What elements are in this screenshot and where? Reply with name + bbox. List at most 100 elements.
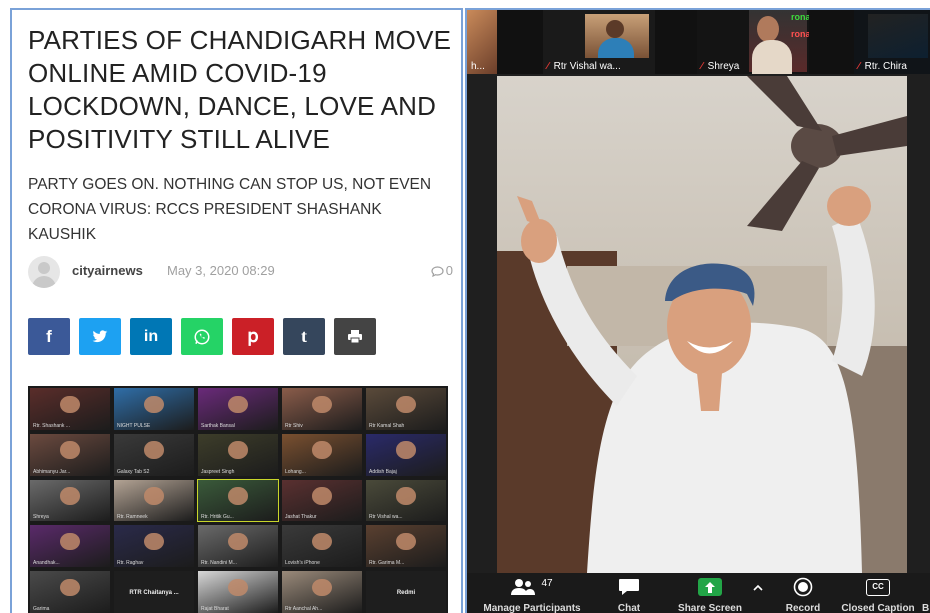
whatsapp-share-button[interactable] xyxy=(181,318,223,355)
gallery-tile-label: Lohang... xyxy=(285,468,306,475)
gallery-tile-label: Rtr. Shashank ... xyxy=(33,422,70,429)
participant-name: h... xyxy=(471,61,485,72)
gallery-tile-label: RTR Chaitanya ... xyxy=(129,589,179,596)
chat-button[interactable]: Chat xyxy=(607,573,651,613)
gallery-tile: Shreya xyxy=(30,479,110,522)
article-subhead: PARTY GOES ON. NOTHING CAN STOP US, NOT … xyxy=(28,176,432,243)
facebook-icon: f xyxy=(46,326,52,346)
manage-participants-label: Manage Participants xyxy=(483,603,581,613)
gallery-tile: Garima xyxy=(30,571,110,613)
gallery-tile: Rtr Kamal Shah xyxy=(366,388,446,430)
record-button[interactable]: Record xyxy=(776,573,830,613)
zoom-gallery-image: Rtr. Shashank ... NIGHT PULSE Sarthak Bans… xyxy=(28,386,448,613)
gallery-tile: Rtr. Raghav xyxy=(114,525,194,568)
banner-text: rona xyxy=(791,29,809,39)
linkedin-icon: in xyxy=(143,327,159,345)
gallery-tile: Rajat Bharat xyxy=(198,571,278,613)
gallery-tile: Jaspreet Singh xyxy=(198,433,278,476)
gallery-tile-label: Garima xyxy=(33,605,50,612)
participant-thumb[interactable]: h... xyxy=(467,10,497,74)
gallery-tile-label: Rtr. Hritik Gu... xyxy=(201,514,234,521)
gallery-tile: Rtr. Ramneek xyxy=(114,479,194,522)
byline: cityairnews May 3, 2020 08:29 0 xyxy=(28,256,453,288)
gallery-tile-label: NIGHT PULSE xyxy=(117,422,151,429)
gallery-tile-label: Anandhak... xyxy=(33,560,60,567)
screenshot-root: PARTIES OF CHANDIGARH MOVE ONLINE AMID C… xyxy=(0,0,930,613)
gallery-tile-label: Lovish's iPhone xyxy=(285,560,320,567)
avatar[interactable] xyxy=(28,256,60,288)
active-speaker-video xyxy=(497,76,907,573)
gallery-tile-label: Galaxy Tab S2 xyxy=(117,468,150,475)
gallery-tile-label: Rtr. Ramneek xyxy=(117,514,148,521)
chevron-up-icon xyxy=(753,584,763,591)
participant-name-text: Rtr. Chira xyxy=(864,61,907,72)
muted-mic-icon: ∕ xyxy=(858,61,860,72)
twitter-share-button[interactable] xyxy=(79,318,121,355)
participant-count: 47 xyxy=(541,577,553,589)
manage-participants-button[interactable]: 47 Manage Participants xyxy=(477,573,587,613)
gallery-tile: Rtr. Garima M... xyxy=(366,525,446,568)
tumblr-share-button[interactable]: t xyxy=(283,318,325,355)
gallery-tile-label: Rajat Bharat xyxy=(201,605,229,612)
print-button[interactable] xyxy=(334,318,376,355)
participant-thumb[interactable]: ∕ Rtr. Chira xyxy=(854,10,930,74)
facebook-share-button[interactable]: f xyxy=(28,318,70,355)
participant-name-text: Rtr Vishal wa... xyxy=(553,61,621,72)
gallery-tile-label: Rtr Aanchal Ah... xyxy=(285,605,323,612)
participant-name: ∕ Rtr. Chira xyxy=(858,61,907,72)
comment-icon xyxy=(431,266,444,278)
participant-name: ∕ Rtr Vishal wa... xyxy=(547,61,621,72)
share-screen-label: Share Screen xyxy=(678,603,742,613)
gallery-tile-label: Rtr Vishal wa... xyxy=(369,514,403,521)
closed-caption-button[interactable]: CC Closed Caption xyxy=(837,573,919,613)
gallery-tile: Lohang... xyxy=(282,433,362,476)
share-screen-icon xyxy=(698,578,722,596)
article-panel: PARTIES OF CHANDIGARH MOVE ONLINE AMID C… xyxy=(10,8,463,613)
participant-thumb[interactable]: ∕ Rtr Vishal wa... xyxy=(543,10,655,74)
toolbar-overflow-item[interactable]: B xyxy=(919,573,930,613)
author-link[interactable]: cityairnews xyxy=(72,263,143,278)
closed-caption-label: Closed Caption xyxy=(841,603,915,613)
gallery-tile-label: Abhimanyu Jar... xyxy=(33,468,71,475)
gallery-tile: Anandhak... xyxy=(30,525,110,568)
share-options-caret[interactable] xyxy=(750,573,766,613)
gallery-tile: Rtr. Nandini M... xyxy=(198,525,278,568)
gallery-tile: Sarthak Bansal xyxy=(198,388,278,430)
cc-icon: CC xyxy=(866,578,890,596)
gallery-tile-label: Jaspreet Singh xyxy=(201,468,235,475)
gallery-tile: NIGHT PULSE xyxy=(114,388,194,430)
gallery-tile: Addish Bajaj xyxy=(366,433,446,476)
gallery-tile: Rtr Vishal wa... xyxy=(366,479,446,522)
gallery-tile: Rtr. Shashank ... xyxy=(30,388,110,430)
gallery-tile-label: Rtr Shiv xyxy=(285,422,303,429)
participants-icon xyxy=(511,579,536,595)
gallery-tile: RTR Chaitanya ... xyxy=(114,571,194,613)
comment-count[interactable]: 0 xyxy=(431,263,453,278)
record-label: Record xyxy=(785,603,821,613)
gallery-tile-label: Rtr. Nandini M... xyxy=(201,560,237,567)
pinterest-share-button[interactable]: 𝗉 xyxy=(232,318,274,355)
speaker-video-frame xyxy=(497,76,907,573)
gallery-tile: Redmi xyxy=(366,571,446,613)
gallery-tile-label: Redmi xyxy=(396,589,416,596)
gallery-tile-label: Rtr. Garima M... xyxy=(369,560,405,567)
linkedin-share-button[interactable]: in xyxy=(130,318,172,355)
gallery-tile: Rtr Shiv xyxy=(282,388,362,430)
chat-label: Chat xyxy=(617,603,641,613)
gallery-tile: Abhimanyu Jar... xyxy=(30,433,110,476)
gallery-tile: Lovish's iPhone xyxy=(282,525,362,568)
gallery-tile: Rtr. Hritik Gu... xyxy=(197,478,279,523)
article-headline: PARTIES OF CHANDIGARH MOVE ONLINE AMID C… xyxy=(28,25,452,154)
participant-thumb[interactable]: rona rona ∕ Shreya xyxy=(697,10,809,74)
participant-name-text: Shreya xyxy=(707,61,740,72)
share-screen-button[interactable]: Share Screen xyxy=(670,573,750,613)
gallery-tile-label: Sarthak Bansal xyxy=(201,422,235,429)
chat-icon xyxy=(619,579,639,595)
post-date: May 3, 2020 08:29 xyxy=(167,263,275,278)
gallery-tile-label: Rtr. Raghav xyxy=(117,560,144,567)
gallery-tile: Galaxy Tab S2 xyxy=(114,433,194,476)
muted-mic-icon: ∕ xyxy=(701,61,703,72)
twitter-icon xyxy=(92,329,108,342)
whatsapp-icon xyxy=(194,329,210,344)
pinterest-icon: 𝗉 xyxy=(247,326,259,346)
